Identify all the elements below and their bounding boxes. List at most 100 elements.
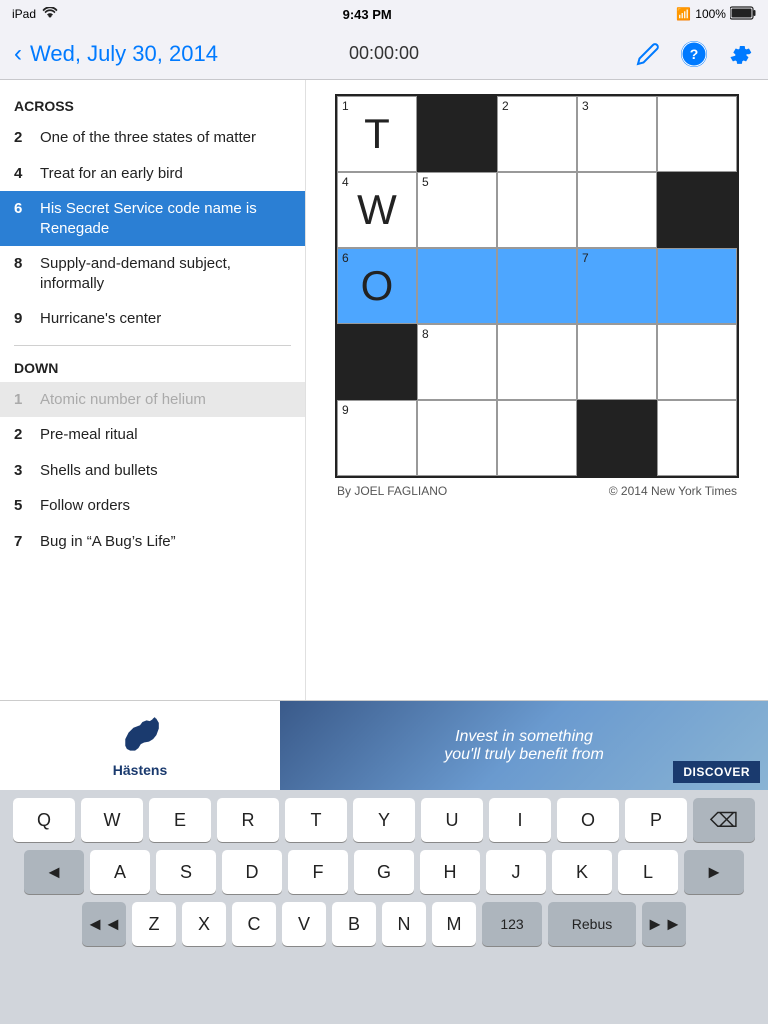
main-content: ACROSS 2 One of the three states of matt… <box>0 80 768 700</box>
clue-down-5[interactable]: 5 Follow orders <box>0 488 305 524</box>
clue-across-4[interactable]: 4 Treat for an early bird <box>0 156 305 192</box>
key-b[interactable]: B <box>332 902 376 946</box>
help-button[interactable]: ? <box>680 40 708 68</box>
clue-across-2[interactable]: 2 One of the three states of matter <box>0 120 305 156</box>
cell-r2c4[interactable] <box>577 172 657 248</box>
key-t[interactable]: T <box>285 798 347 842</box>
clue-down-2[interactable]: 2 Pre-meal ritual <box>0 417 305 453</box>
clue-num: 2 <box>14 425 30 445</box>
settings-button[interactable] <box>726 40 754 68</box>
across-header: ACROSS <box>0 92 305 120</box>
key-o[interactable]: O <box>557 798 619 842</box>
cell-r3c4[interactable]: 7 <box>577 248 657 324</box>
keyboard: Q W E R T Y U I O P ⌫ ◄ A S D F G H J K … <box>0 790 768 958</box>
key-a[interactable]: A <box>90 850 150 894</box>
ad-horse-icon <box>105 713 175 758</box>
cell-r5c3[interactable] <box>497 400 577 476</box>
ad-banner[interactable]: Hästens Invest in something you'll truly… <box>0 700 768 790</box>
key-123[interactable]: 123 <box>482 902 542 946</box>
ad-right[interactable]: Invest in something you'll truly benefit… <box>280 701 768 791</box>
clue-down-3[interactable]: 3 Shells and bullets <box>0 453 305 489</box>
clue-across-9[interactable]: 9 Hurricane's center <box>0 301 305 337</box>
cell-r3c2[interactable] <box>417 248 497 324</box>
cell-r1c5[interactable] <box>657 96 737 172</box>
key-g[interactable]: G <box>354 850 414 894</box>
cell-r5c4 <box>577 400 657 476</box>
clue-text: His Secret Service code name is Renegade <box>40 199 291 238</box>
key-x[interactable]: X <box>182 902 226 946</box>
key-c[interactable]: C <box>232 902 276 946</box>
cell-r1c4[interactable]: 3 <box>577 96 657 172</box>
cell-r5c5[interactable] <box>657 400 737 476</box>
clue-num: 9 <box>14 309 30 329</box>
grid-container: 1 T 2 3 4 W 5 <box>335 94 739 498</box>
key-prev2[interactable]: ◄◄ <box>82 902 126 946</box>
cell-r2c1[interactable]: 4 W <box>337 172 417 248</box>
key-k[interactable]: K <box>552 850 612 894</box>
crossword-grid[interactable]: 1 T 2 3 4 W 5 <box>335 94 739 478</box>
key-n[interactable]: N <box>382 902 426 946</box>
keyboard-row-3: ◄◄ Z X C V B N M 123 Rebus ►► <box>4 902 764 946</box>
ad-discover-button[interactable]: DISCOVER <box>673 761 760 783</box>
cell-r2c2[interactable]: 5 <box>417 172 497 248</box>
clue-num: 7 <box>14 532 30 552</box>
clue-across-8[interactable]: 8 Supply-and-demand subject, informally <box>0 246 305 301</box>
clue-text: Supply-and-demand subject, informally <box>40 254 291 293</box>
cell-r2c3[interactable] <box>497 172 577 248</box>
key-backspace[interactable]: ⌫ <box>693 798 755 842</box>
header-title: Wed, July 30, 2014 <box>30 41 218 67</box>
key-f[interactable]: F <box>288 850 348 894</box>
key-p[interactable]: P <box>625 798 687 842</box>
key-i[interactable]: I <box>489 798 551 842</box>
cell-r3c3[interactable] <box>497 248 577 324</box>
status-left: iPad <box>12 7 58 22</box>
cell-r4c3[interactable] <box>497 324 577 400</box>
clue-num: 2 <box>14 128 30 148</box>
key-r[interactable]: R <box>217 798 279 842</box>
cell-r5c1[interactable]: 9 <box>337 400 417 476</box>
clue-text: One of the three states of matter <box>40 128 291 148</box>
cell-r3c5[interactable] <box>657 248 737 324</box>
ipad-label: iPad <box>12 7 36 21</box>
clue-down-7[interactable]: 7 Bug in “A Bug’s Life” <box>0 524 305 560</box>
key-j[interactable]: J <box>486 850 546 894</box>
key-y[interactable]: Y <box>353 798 415 842</box>
clue-down-1[interactable]: 1 Atomic number of helium <box>0 382 305 418</box>
clue-across-6[interactable]: 6 His Secret Service code name is Renega… <box>0 191 305 246</box>
cell-r4c5[interactable] <box>657 324 737 400</box>
ad-brand-name: Hästens <box>113 762 167 778</box>
battery-label: 100% <box>695 7 726 21</box>
key-q[interactable]: Q <box>13 798 75 842</box>
back-button[interactable]: ‹ <box>14 42 22 66</box>
edit-button[interactable] <box>634 40 662 68</box>
grid-author: By JOEL FAGLIANO <box>337 484 447 498</box>
key-e[interactable]: E <box>149 798 211 842</box>
cell-r3c1[interactable]: 6 O <box>337 248 417 324</box>
cell-r1c1[interactable]: 1 T <box>337 96 417 172</box>
key-rebus[interactable]: Rebus <box>548 902 636 946</box>
key-w[interactable]: W <box>81 798 143 842</box>
cell-r4c4[interactable] <box>577 324 657 400</box>
cell-r4c2[interactable]: 8 <box>417 324 497 400</box>
cell-r1c3[interactable]: 2 <box>497 96 577 172</box>
key-h[interactable]: H <box>420 850 480 894</box>
clue-panel: ACROSS 2 One of the three states of matt… <box>0 80 306 700</box>
ad-left: Hästens <box>0 701 280 791</box>
key-next2[interactable]: ►► <box>642 902 686 946</box>
clue-text: Atomic number of helium <box>40 390 291 410</box>
key-m[interactable]: M <box>432 902 476 946</box>
svg-text:?: ? <box>690 46 699 62</box>
key-next[interactable]: ► <box>684 850 744 894</box>
clue-num: 4 <box>14 164 30 184</box>
key-l[interactable]: L <box>618 850 678 894</box>
key-d[interactable]: D <box>222 850 282 894</box>
key-u[interactable]: U <box>421 798 483 842</box>
cell-r5c2[interactable] <box>417 400 497 476</box>
key-z[interactable]: Z <box>132 902 176 946</box>
key-prev[interactable]: ◄ <box>24 850 84 894</box>
bluetooth-icon: 📶 <box>676 7 691 21</box>
keyboard-row-1: Q W E R T Y U I O P ⌫ <box>4 798 764 842</box>
cell-r2c5 <box>657 172 737 248</box>
key-v[interactable]: V <box>282 902 326 946</box>
key-s[interactable]: S <box>156 850 216 894</box>
